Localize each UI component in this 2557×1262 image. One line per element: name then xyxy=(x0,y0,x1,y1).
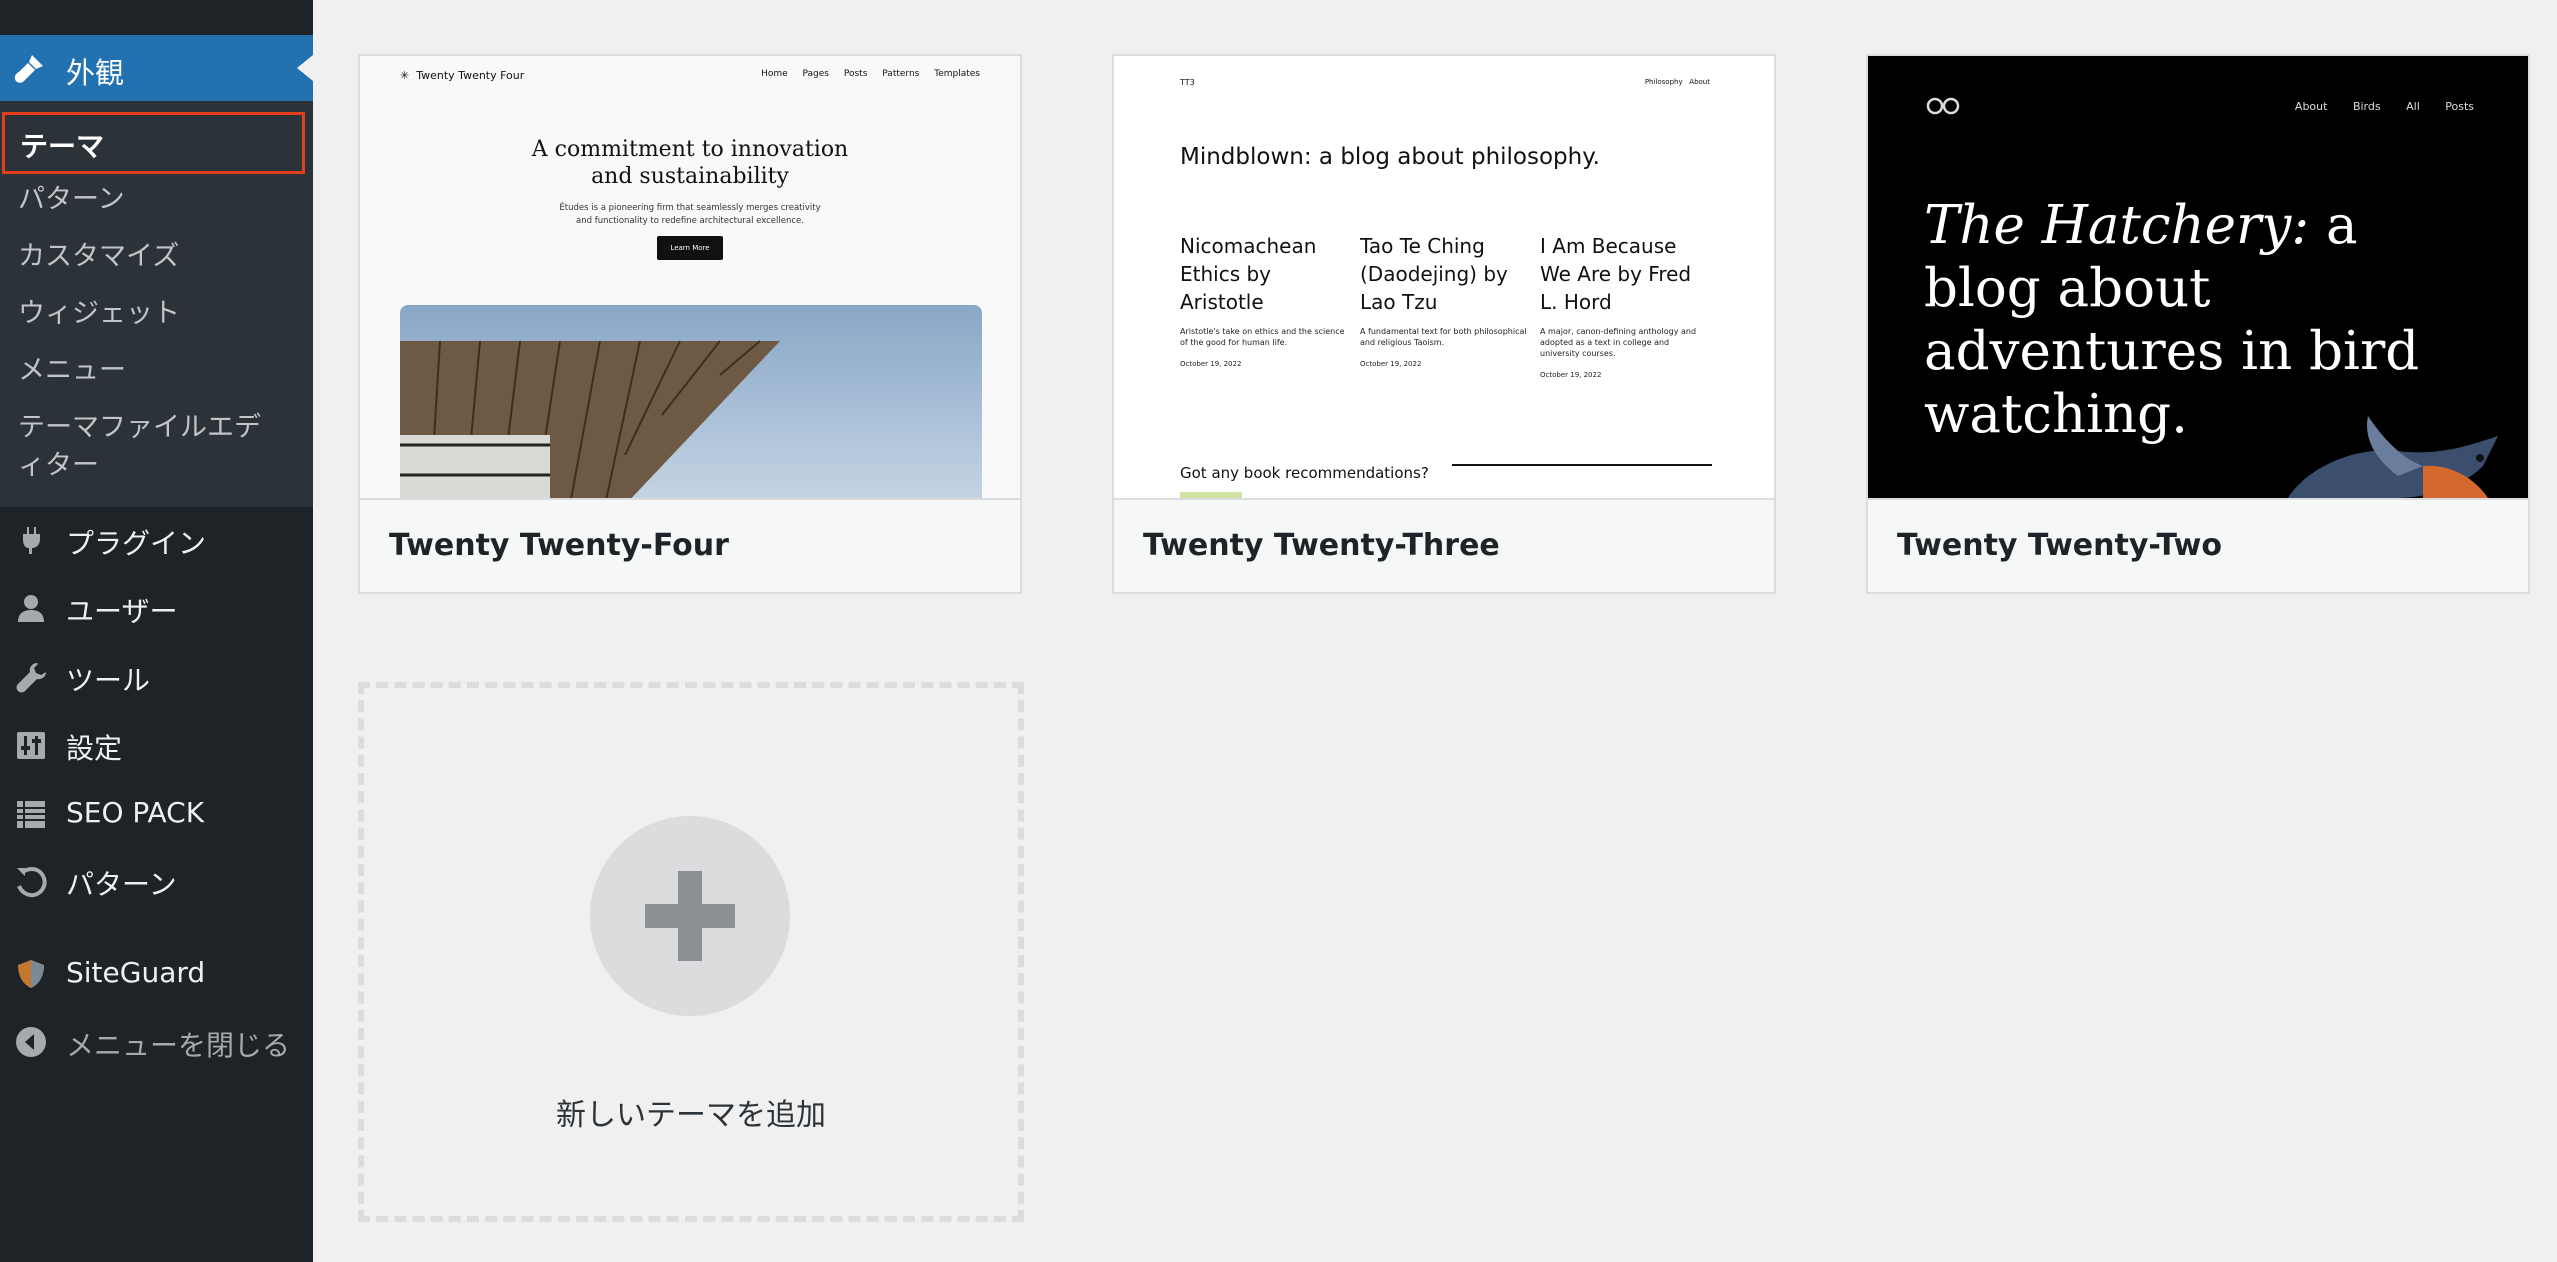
menu-settings[interactable]: 設定 xyxy=(0,715,313,775)
menu-siteguard[interactable]: SiteGuard xyxy=(0,944,313,1004)
list-icon xyxy=(17,801,45,828)
submenu-item-menus[interactable]: メニュー xyxy=(18,352,126,390)
bird-illustration xyxy=(2288,416,2498,498)
wrench-icon xyxy=(16,663,46,693)
submenu-item-customize[interactable]: カスタマイズ xyxy=(18,238,179,276)
preview-input-line xyxy=(1452,464,1712,466)
collapse-menu-label: メニューを閉じる xyxy=(66,1029,291,1062)
submenu-item-theme-file-editor[interactable]: テーマファイルエディター xyxy=(18,409,268,485)
admin-sidebar: 外観 テーマ パターン カスタマイズ ウィジェット メニュー テーマファイルエデ… xyxy=(0,0,313,1262)
theme-name-bar: Twenty Twenty-Three xyxy=(1114,498,1774,592)
shield-icon xyxy=(18,960,44,988)
add-new-theme-label: 新しいテーマを追加 xyxy=(556,1098,826,1133)
preview-post: Tao Te Ching (Daodejing) by Lao Tzu A fu… xyxy=(1360,234,1527,368)
plugin-icon xyxy=(23,527,40,554)
submenu-item-widgets[interactable]: ウィジェット xyxy=(18,295,180,333)
paintbrush-icon xyxy=(14,55,43,83)
preview-headline: A commitment to innovation and sustainab… xyxy=(531,137,849,189)
menu-appearance-label: 外観 xyxy=(66,56,125,90)
preview-building-image xyxy=(400,305,982,498)
theme-card-twenty-twenty-two[interactable]: About Birds All Posts The Hatchery: a bl… xyxy=(1866,54,2530,594)
theme-card-twenty-twenty-three[interactable]: TT3 Philosophy About Mindblown: a blog a… xyxy=(1112,54,1776,594)
theme-screenshot[interactable]: TT3 Philosophy About Mindblown: a blog a… xyxy=(1114,56,1774,498)
menu-patterns[interactable]: パターン xyxy=(0,851,313,911)
menu-seo-pack[interactable]: SEO PACK xyxy=(0,784,313,844)
menu-tools[interactable]: ツール xyxy=(0,647,313,707)
settings-icon xyxy=(17,732,45,759)
menu-users-label: ユーザー xyxy=(66,595,178,628)
theme-name: Twenty Twenty-Three xyxy=(1143,528,1500,563)
preview-post: I Am Because We Are by Fred L. Hord A ma… xyxy=(1540,234,1697,379)
menu-patterns-label: パターン xyxy=(66,868,177,901)
preview-headline: Mindblown: a blog about philosophy. xyxy=(1180,144,1600,170)
preview-logo: TT3 xyxy=(1180,78,1195,87)
menu-appearance[interactable]: 外観 xyxy=(0,35,313,101)
menu-settings-label: 設定 xyxy=(66,732,123,765)
appearance-submenu: テーマ パターン カスタマイズ ウィジェット メニュー テーマファイルエディター xyxy=(0,101,313,507)
add-circle[interactable] xyxy=(590,816,790,1016)
submenu-item-patterns[interactable]: パターン xyxy=(18,181,125,219)
user-icon xyxy=(18,595,44,622)
current-arrow xyxy=(297,55,313,81)
collapse-icon xyxy=(16,1027,46,1057)
menu-seo-pack-label: SEO PACK xyxy=(66,796,205,829)
submenu-item-themes-label: テーマ xyxy=(20,130,105,163)
theme-name: Twenty Twenty-Four xyxy=(389,528,729,563)
add-new-theme-card[interactable]: 新しいテーマを追加 xyxy=(358,682,1024,1222)
preview-nav: Philosophy About xyxy=(1644,78,1710,86)
preview-post: Nicomachean Ethics by Aristotle Aristotl… xyxy=(1180,234,1345,368)
theme-name-bar: Twenty Twenty-Two xyxy=(1868,498,2528,592)
preview-site-title: ✳ Twenty Twenty Four xyxy=(400,69,525,82)
theme-name: Twenty Twenty-Two xyxy=(1897,528,2222,563)
preview-cta: Got any book recommendations? xyxy=(1180,464,1429,482)
menu-plugins-label: プラグイン xyxy=(66,527,207,560)
plus-icon xyxy=(645,871,735,961)
preview-paragraph: Études is a pioneering firm that seamles… xyxy=(559,203,821,226)
menu-users[interactable]: ユーザー xyxy=(0,578,313,638)
binoculars-icon xyxy=(1926,96,1960,122)
preview-nav: Home Pages Posts Patterns Templates xyxy=(761,69,980,79)
preview-nav: About Birds All Posts xyxy=(2294,100,2474,113)
theme-name-bar: Twenty Twenty-Four xyxy=(360,498,1020,592)
theme-screenshot[interactable]: ✳ Twenty Twenty Four Home Pages Posts Pa… xyxy=(360,56,1020,498)
theme-card-twenty-twenty-four[interactable]: ✳ Twenty Twenty Four Home Pages Posts Pa… xyxy=(358,54,1022,594)
submenu-item-themes[interactable]: テーマ xyxy=(2,112,305,174)
collapse-menu-button[interactable]: メニューを閉じる xyxy=(0,1012,313,1072)
theme-screenshot[interactable]: About Birds All Posts The Hatchery: a bl… xyxy=(1868,56,2528,498)
menu-plugins[interactable]: プラグイン xyxy=(0,510,313,570)
preview-learn-more-button: Learn More xyxy=(657,236,723,260)
undo-icon xyxy=(17,867,47,898)
menu-siteguard-label: SiteGuard xyxy=(66,956,206,989)
menu-tools-label: ツール xyxy=(66,664,151,697)
